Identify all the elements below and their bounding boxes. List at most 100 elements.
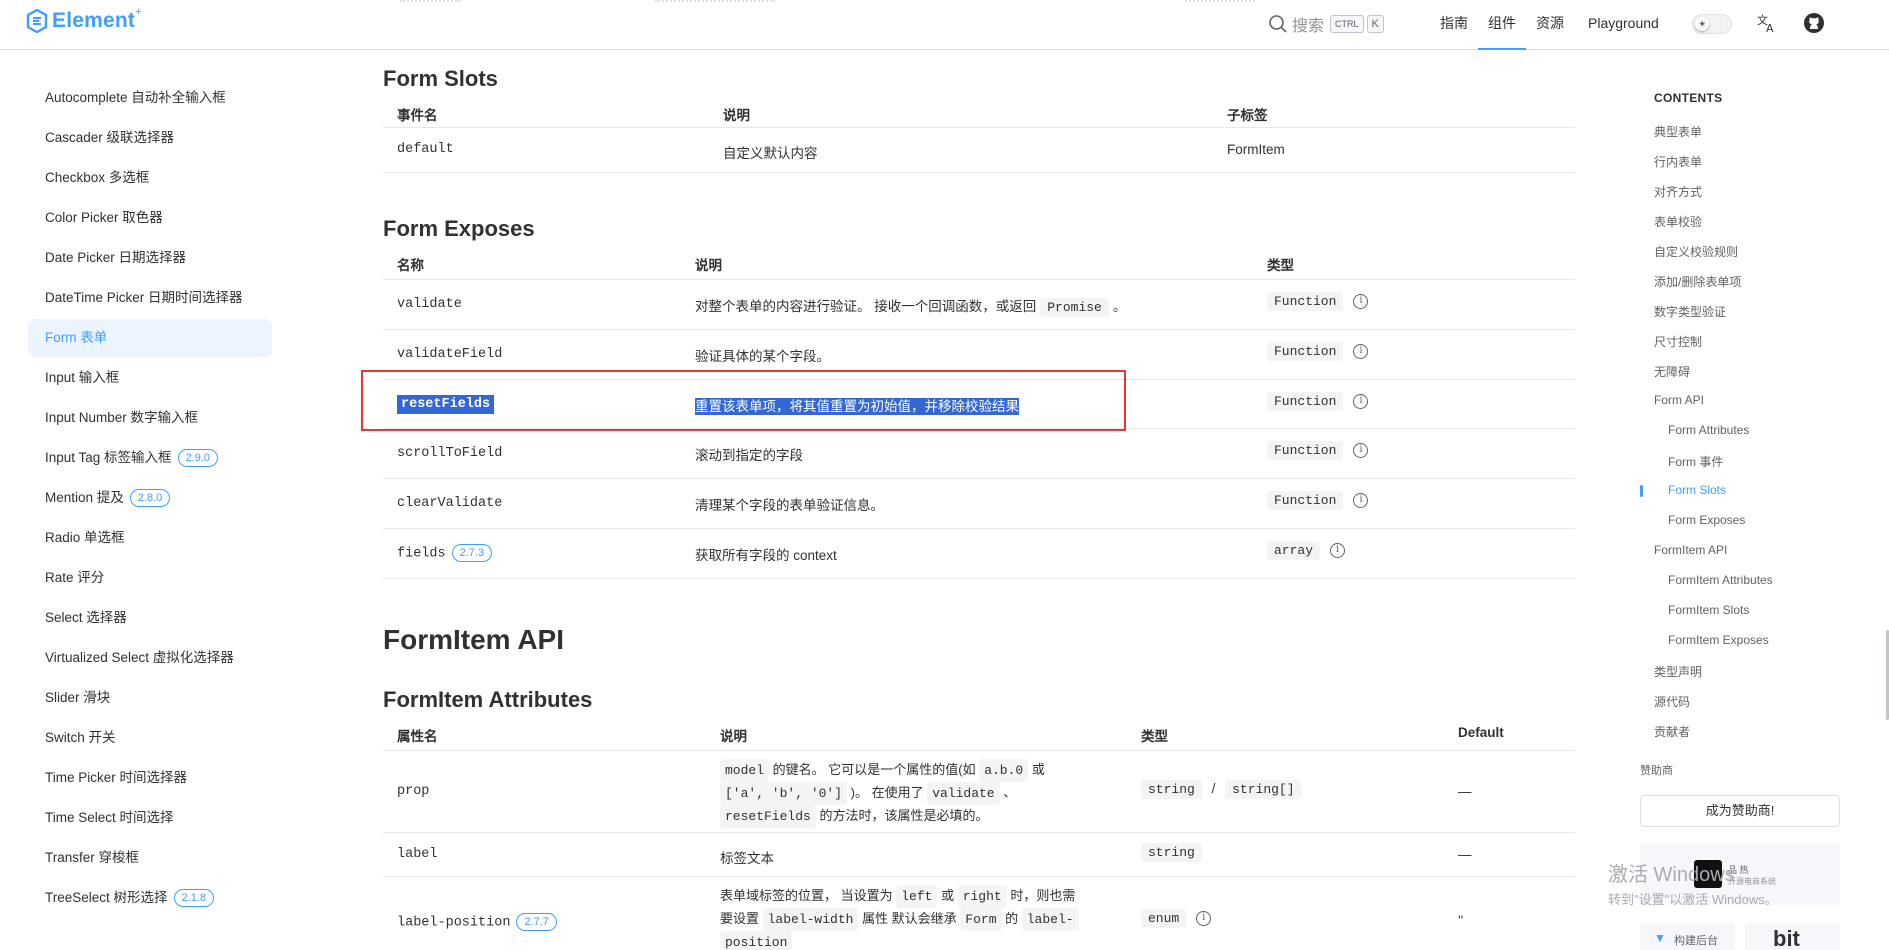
table-row: label-position 2.7.7 表单域标签的位置， 当设置为 left … — [383, 877, 1575, 950]
element-logo[interactable]: Element + — [26, 6, 142, 33]
kbd-k: K — [1366, 15, 1384, 33]
sidebar-item[interactable]: Time Select 时间选择 — [28, 799, 272, 837]
sidebar-item[interactable]: Radio 单选框 — [28, 519, 272, 557]
toc-item[interactable]: FormItem API — [1654, 543, 1727, 557]
toc-item[interactable]: 类型声明 — [1654, 663, 1702, 680]
expose-desc-cell: 验证具体的某个字段。 — [695, 345, 830, 365]
toc-item[interactable]: FormItem Attributes — [1668, 573, 1773, 587]
expose-name-cell: fields 2.7.3 — [397, 544, 493, 562]
expose-desc-cell: 清理某个字段的表单验证信息。 — [695, 494, 884, 514]
toc-item[interactable]: Form 事件 — [1668, 453, 1723, 470]
translate-icon[interactable]: 文 A — [1756, 12, 1778, 40]
toc-item[interactable]: 行内表单 — [1654, 153, 1702, 170]
col-header: 说明 — [723, 108, 750, 123]
sponsor-logo-box[interactable]: bit — [1745, 923, 1840, 950]
toc-item[interactable]: FormItem Slots — [1668, 603, 1749, 617]
theme-toggle[interactable]: ☀ — [1692, 14, 1732, 34]
type-code: Function — [1267, 441, 1344, 460]
become-sponsor-button[interactable]: 成为赞助商! — [1640, 795, 1840, 827]
nav-playground[interactable]: Playground — [1574, 0, 1669, 50]
sidebar-item[interactable]: Cascader 级联选择器 — [28, 119, 272, 157]
inline-code: Promise — [1040, 298, 1109, 317]
section-title-form-exposes: Form Exposes — [383, 216, 535, 241]
toc-heading: CONTENTS — [1654, 91, 1723, 105]
sponsor-text: bit — [1773, 926, 1800, 950]
desc-text: 属性 默认会继承 — [858, 911, 961, 926]
type-code: array — [1267, 541, 1321, 560]
sidebar-item[interactable]: Autocomplete 自动补全输入框 — [28, 79, 272, 117]
expose-name-cell: validate — [397, 295, 462, 312]
sidebar-item[interactable]: Slider 滑块 — [28, 679, 272, 717]
sidebar-item[interactable]: Input 输入框 — [28, 359, 272, 397]
toc-item[interactable]: 数字类型验证 — [1654, 303, 1726, 320]
sidebar-item-label: Checkbox 多选框 — [45, 170, 150, 185]
toc-item[interactable]: Form Exposes — [1668, 513, 1745, 527]
sidebar-item-label: Input 输入框 — [45, 370, 120, 385]
search-button[interactable]: 搜索 CTRL K — [1268, 12, 1384, 36]
expose-desc: 清理某个字段的表单验证信息。 — [695, 498, 884, 513]
inline-code: position — [720, 931, 793, 950]
toc-item[interactable]: 添加/删除表单项 — [1654, 273, 1741, 290]
sidebar-item-label: Select 选择器 — [45, 610, 127, 625]
attr-desc: 表单域标签的位置， 当设置为 left 或 right 时，则也需 要设置 la… — [720, 885, 1100, 950]
toc-item[interactable]: Form Attributes — [1668, 423, 1749, 437]
toc-item[interactable]: 无障碍 — [1654, 363, 1690, 380]
inline-code: Form — [960, 908, 1002, 931]
sidebar-item-label: Slider 滑块 — [45, 690, 111, 705]
attr-desc: 标签文本 — [720, 851, 774, 866]
sidebar-item-label: Form 表单 — [45, 330, 108, 345]
info-icon[interactable]: i — [1196, 910, 1212, 926]
sidebar-item[interactable]: Form 表单 — [28, 319, 272, 357]
sidebar-item[interactable]: Virtualized Select 虚拟化选择器 — [28, 639, 272, 677]
sidebar-item[interactable]: Select 选择器 — [28, 599, 272, 637]
sidebar-item[interactable]: Time Picker 时间选择器 — [28, 759, 272, 797]
expose-desc: 对整个表单的内容进行验证。 接收一个回调函数，或返回 — [695, 299, 1037, 314]
info-icon[interactable]: i — [1353, 293, 1369, 309]
sidebar-item[interactable]: DateTime Picker 日期时间选择器 — [28, 279, 272, 317]
desc-text: 要设置 — [720, 911, 763, 926]
toc-item[interactable]: FormItem Exposes — [1668, 633, 1769, 647]
table-row: validate 对整个表单的内容进行验证。 接收一个回调函数，或返回 Promis… — [383, 280, 1575, 330]
expose-desc: 获取所有字段的 context — [695, 548, 837, 563]
nav-component[interactable]: 组件 — [1478, 0, 1526, 50]
sidebar-item-label: Rate 评分 — [45, 570, 105, 585]
toc-item[interactable]: 自定义校验规则 — [1654, 243, 1738, 260]
highlight-box — [361, 370, 1126, 431]
sidebar-item[interactable]: TreeSelect 树形选择 2.1.8 — [28, 879, 272, 917]
nav-guide[interactable]: 指南 — [1430, 0, 1478, 50]
sidebar-item-label: TreeSelect 树形选择 — [45, 890, 168, 905]
info-icon[interactable]: i — [1353, 393, 1369, 409]
info-icon[interactable]: i — [1353, 442, 1369, 458]
table-row: prop model 的键名。 它可以是一个属性的值(如 a.b.0 或 ['a… — [383, 751, 1575, 833]
github-icon[interactable] — [1803, 12, 1825, 40]
toc-item[interactable]: 尺寸控制 — [1654, 333, 1702, 350]
toc-item[interactable]: 典型表单 — [1654, 123, 1702, 140]
toc-item[interactable]: Form Slots — [1668, 483, 1726, 497]
expose-name-cell: validateField — [397, 345, 502, 362]
toc-item[interactable]: 贡献者 — [1654, 723, 1690, 740]
sidebar-item[interactable]: Checkbox 多选框 — [28, 159, 272, 197]
sidebar-item[interactable]: Rate 评分 — [28, 559, 272, 597]
sidebar: Autocomplete 自动补全输入框 Cascader 级联选择器 Checkb… — [0, 51, 300, 950]
decor-dots — [1185, 0, 1255, 3]
col-header: Default — [1458, 725, 1504, 740]
sidebar-item[interactable]: Input Number 数字输入框 — [28, 399, 272, 437]
nav-resource[interactable]: 资源 — [1526, 0, 1574, 50]
info-icon[interactable]: i — [1353, 492, 1369, 508]
toc-item[interactable]: 表单校验 — [1654, 213, 1702, 230]
sidebar-item[interactable]: Switch 开关 — [28, 719, 272, 757]
sidebar-item[interactable]: Color Picker 取色器 — [28, 199, 272, 237]
sponsor-logo-box[interactable]: ▼ 构建后台 — [1640, 923, 1735, 950]
sidebar-item[interactable]: Input Tag 标签输入框 2.9.0 — [28, 439, 272, 477]
sidebar-item[interactable]: Transfer 穿梭框 — [28, 839, 272, 877]
toc-item[interactable]: 对齐方式 — [1654, 183, 1702, 200]
toc-item[interactable]: 源代码 — [1654, 693, 1690, 710]
info-icon[interactable]: i — [1330, 542, 1346, 558]
type-code: string[] — [1225, 780, 1302, 799]
sidebar-item-label: Time Picker 时间选择器 — [45, 770, 188, 785]
info-icon[interactable]: i — [1353, 343, 1369, 359]
slot-name: default — [397, 142, 454, 157]
sidebar-item[interactable]: Mention 提及 2.8.0 — [28, 479, 272, 517]
toc-item[interactable]: Form API — [1654, 393, 1704, 407]
sidebar-item[interactable]: Date Picker 日期选择器 — [28, 239, 272, 277]
